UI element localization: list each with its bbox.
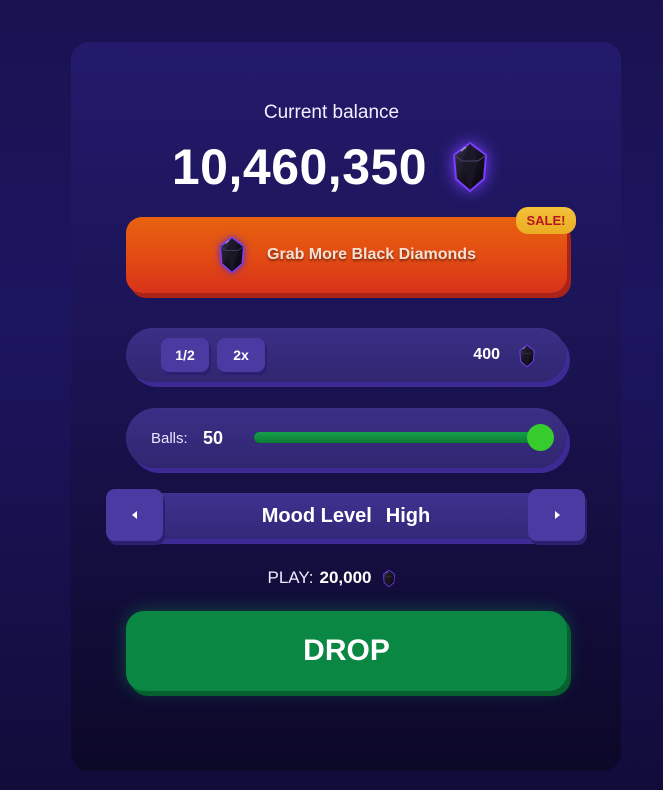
black-diamond-icon bbox=[382, 569, 396, 588]
grab-diamonds-label: Grab More Black Diamonds bbox=[267, 246, 476, 263]
half-bet-button[interactable]: 1/2 bbox=[161, 338, 209, 372]
bet-amount-value[interactable]: 400 bbox=[473, 328, 500, 382]
bet-amount-bar: 1/2 2x 400 bbox=[126, 328, 566, 382]
play-cost-value: 20,000 bbox=[319, 568, 372, 587]
balls-label: Balls: bbox=[151, 429, 188, 447]
balance-label: Current balance bbox=[263, 102, 400, 123]
chevron-right-icon bbox=[554, 511, 560, 519]
balls-slider[interactable] bbox=[254, 424, 554, 451]
balls-control: Balls: 50 bbox=[126, 408, 566, 468]
mood-prev-button[interactable] bbox=[106, 489, 163, 541]
sale-badge: SALE! bbox=[516, 207, 576, 234]
balance-value: 10,460,350 bbox=[171, 139, 428, 195]
mood-level-selector: Mood Level High bbox=[106, 489, 586, 541]
mood-level-value: High bbox=[385, 504, 431, 527]
black-diamond-icon bbox=[518, 344, 536, 368]
balls-slider-thumb[interactable] bbox=[527, 424, 554, 451]
balls-slider-fill bbox=[254, 432, 540, 443]
grab-diamonds-button[interactable]: Grab More Black Diamonds bbox=[126, 217, 567, 293]
mood-level-label: Mood Level bbox=[261, 504, 372, 527]
double-bet-button[interactable]: 2x bbox=[217, 338, 265, 372]
chevron-left-icon bbox=[131, 511, 137, 519]
black-diamond-icon bbox=[217, 236, 247, 274]
balls-value: 50 bbox=[203, 427, 224, 448]
black-diamond-icon bbox=[449, 141, 491, 193]
mood-level-display: Mood Level High bbox=[146, 493, 546, 539]
play-cost-label: PLAY: bbox=[267, 568, 314, 587]
mood-next-button[interactable] bbox=[528, 489, 585, 541]
play-cost: PLAY: 20,000 bbox=[0, 565, 663, 591]
balance-display: 10,460,350 bbox=[0, 136, 663, 198]
drop-button[interactable]: DROP bbox=[126, 611, 567, 691]
